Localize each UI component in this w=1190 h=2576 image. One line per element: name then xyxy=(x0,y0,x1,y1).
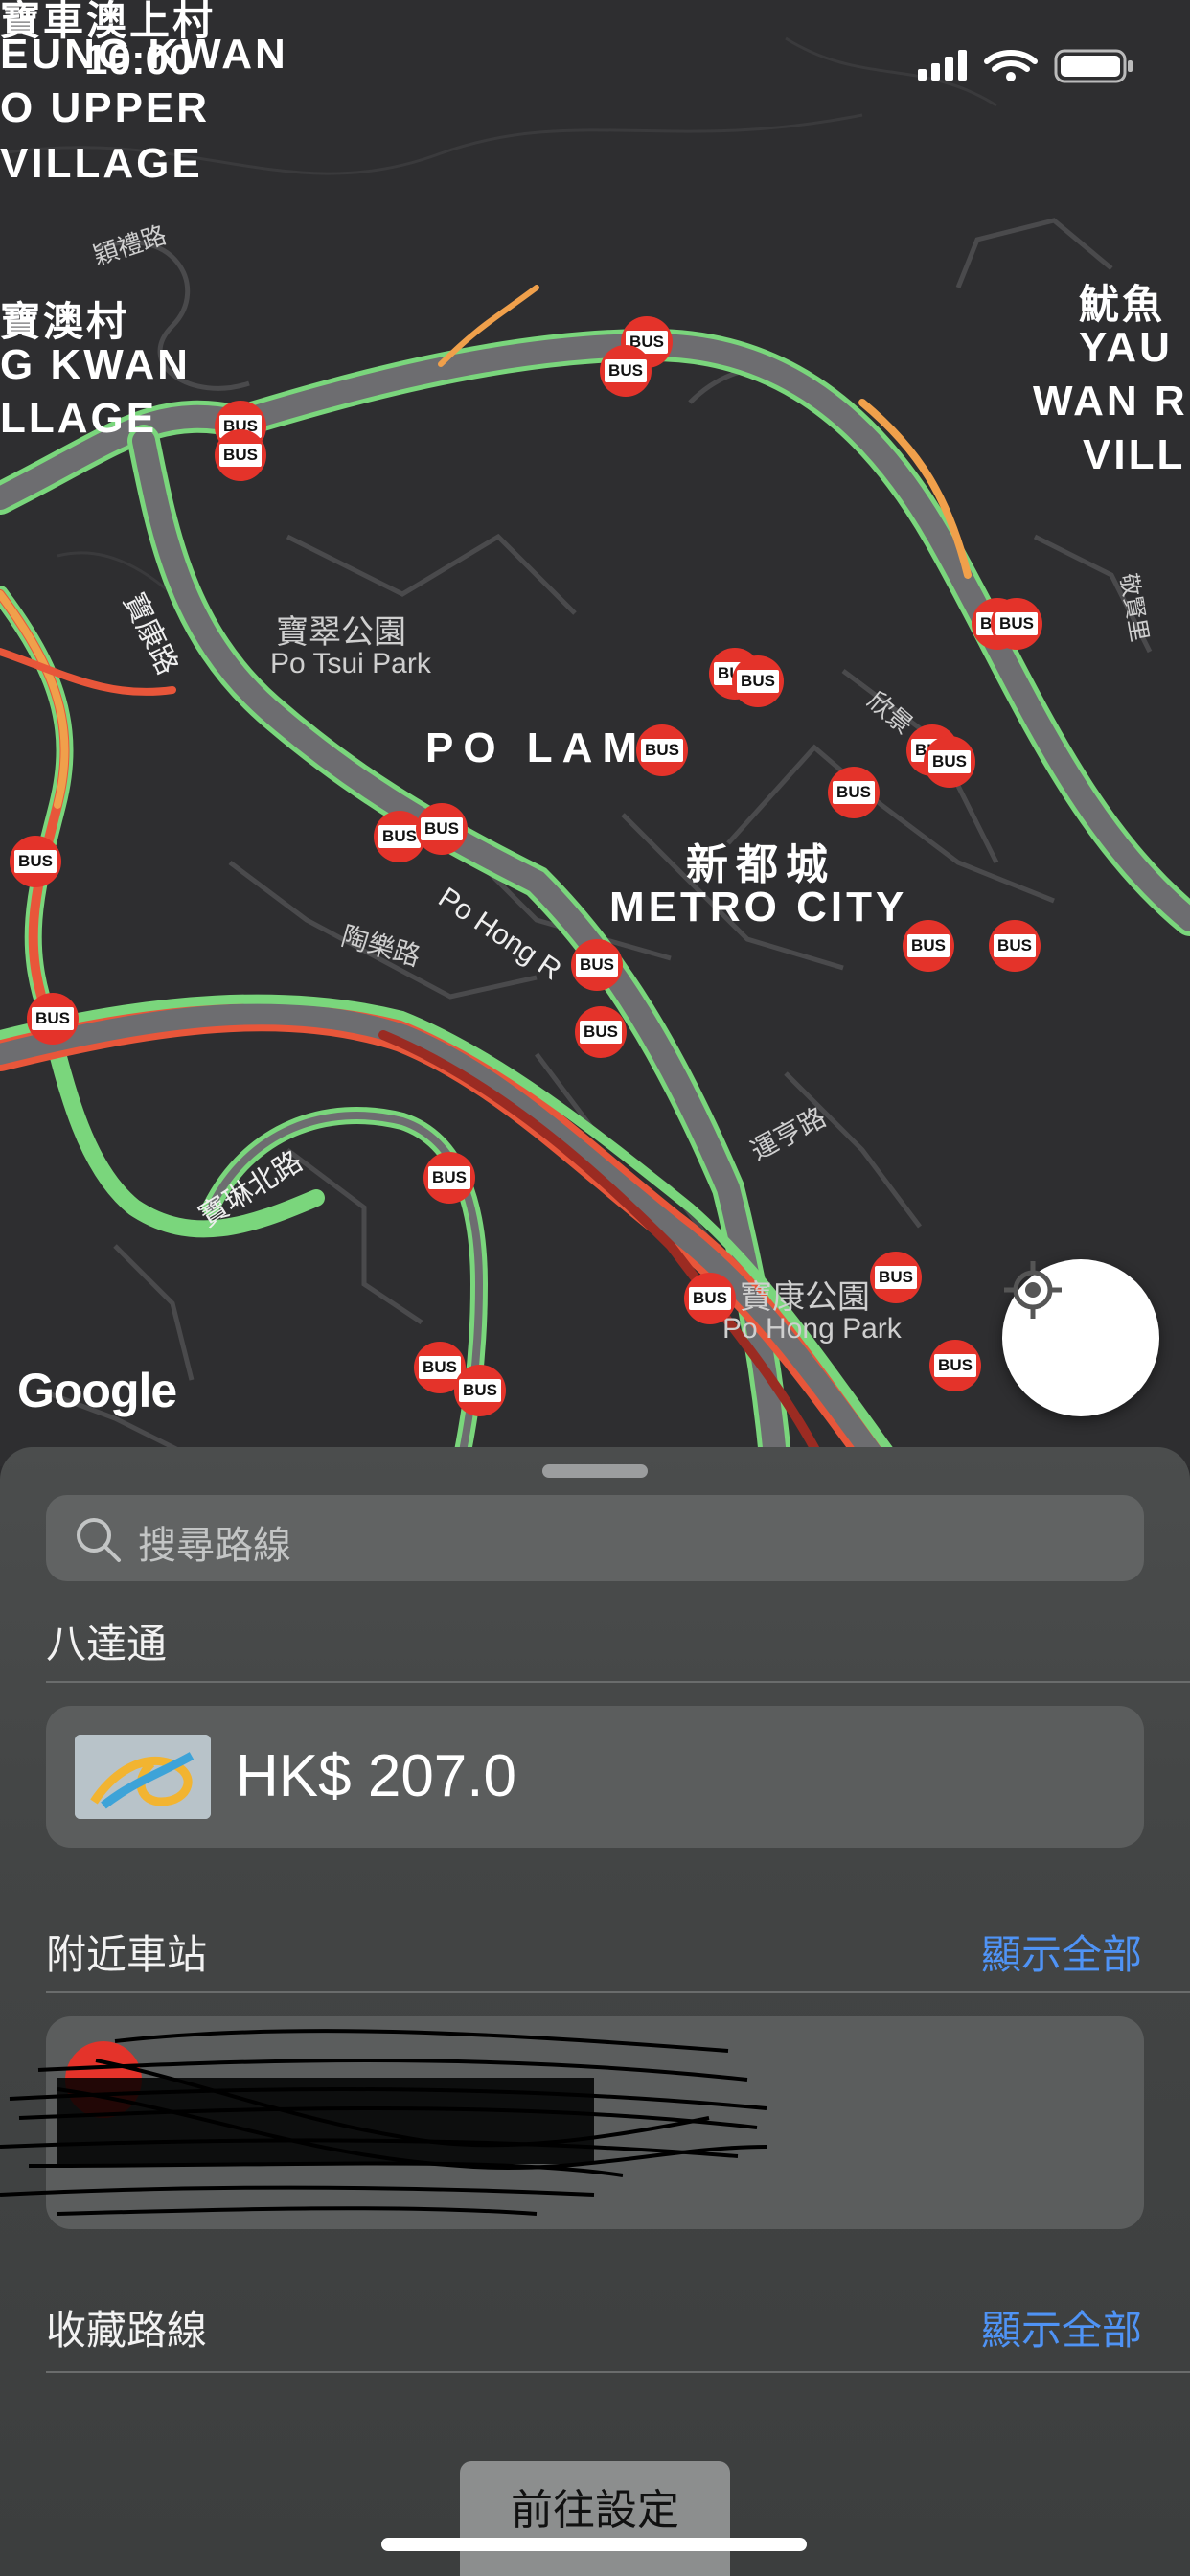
search-icon xyxy=(77,1518,121,1562)
bus-stop-marker[interactable]: BUS xyxy=(636,724,688,776)
bus-stop-marker[interactable]: BUS xyxy=(929,1340,981,1392)
divider xyxy=(46,1681,1190,1683)
bottom-sheet[interactable]: 搜尋路線 八達通 HK$ 207.0 附近車站 顯示全部 收藏路線 顯示全部 前… xyxy=(0,1447,1190,2576)
bus-stop-marker[interactable]: BUS xyxy=(416,803,468,855)
park-label: 寶康公園 xyxy=(740,1279,870,1316)
place-label: LLAGE xyxy=(0,395,158,442)
place-label: 新都城 xyxy=(686,841,835,888)
bus-stop-marker[interactable]: BUS xyxy=(571,939,623,991)
bus-stop-marker[interactable]: BUS xyxy=(989,920,1041,972)
octopus-card-image xyxy=(75,1735,211,1819)
bus-stop-marker[interactable]: BUS xyxy=(828,767,880,818)
park-label: Po Tsui Park xyxy=(270,648,431,679)
bus-stop-marker[interactable]: BUS xyxy=(575,1006,627,1058)
route-search-input[interactable]: 搜尋路線 xyxy=(46,1495,1144,1581)
my-location-button[interactable] xyxy=(1002,1259,1159,1416)
nearby-show-all-link[interactable]: 顯示全部 xyxy=(981,1922,1142,1981)
crosshair-icon xyxy=(1004,1261,1062,1319)
favourites-section-title: 收藏路線 xyxy=(46,2308,208,2353)
bus-stop-marker[interactable]: BUS xyxy=(600,345,652,397)
octopus-section-title: 八達通 xyxy=(46,1622,168,1667)
home-indicator xyxy=(381,2538,807,2551)
sheet-grabber[interactable] xyxy=(542,1464,648,1478)
park-label: Po Hong Park xyxy=(722,1313,902,1345)
place-label: METRO CITY xyxy=(609,884,908,931)
bus-stop-marker[interactable]: BUS xyxy=(732,656,784,707)
place-label: O UPPER xyxy=(0,84,211,131)
place-label: PO LAM xyxy=(425,724,648,771)
place-label: VILLAGE xyxy=(0,140,203,187)
google-logo: Google xyxy=(17,1364,177,1417)
place-label: EUNG KWAN xyxy=(0,31,288,78)
bus-stop-marker[interactable]: BUS xyxy=(870,1252,922,1303)
divider xyxy=(46,1991,1190,1993)
bus-stop-marker[interactable]: BUS xyxy=(454,1365,506,1416)
park-label: 寶翠公園 xyxy=(276,614,406,651)
nearby-section-title: 附近車站 xyxy=(46,1932,208,1977)
redaction-scribble xyxy=(0,2029,767,2216)
place-label: 魷魚 xyxy=(1079,282,1166,327)
cellular-signal-icon xyxy=(918,50,967,80)
place-label: G KWAN xyxy=(0,341,191,388)
divider xyxy=(46,2371,1190,2373)
battery-icon xyxy=(1054,49,1133,83)
bus-stop-marker[interactable]: BUS xyxy=(924,736,975,788)
place-label: VILL xyxy=(1083,431,1186,478)
bus-stop-marker[interactable]: BUS xyxy=(10,836,61,887)
place-label: WAN R xyxy=(1033,378,1188,425)
bus-stop-marker[interactable]: BUS xyxy=(991,598,1042,650)
bus-stop-marker[interactable]: BUS xyxy=(903,920,954,972)
place-label: YAU xyxy=(1079,324,1173,371)
bus-stop-marker[interactable]: BUS xyxy=(423,1152,475,1204)
go-to-settings-button[interactable]: 前往設定 xyxy=(460,2461,730,2576)
place-label: 寶澳村 xyxy=(0,299,130,344)
octopus-card[interactable]: HK$ 207.0 xyxy=(46,1706,1144,1848)
search-placeholder: 搜尋路線 xyxy=(138,1525,291,1567)
octopus-balance: HK$ 207.0 xyxy=(236,1743,516,1809)
bus-stop-marker[interactable]: BUS xyxy=(684,1273,736,1324)
map-view[interactable]: 10:00 寶車澳上村 EUNG KWAN O UPPER VILLAGE 寶澳… xyxy=(0,0,1190,1466)
wifi-icon xyxy=(984,50,1038,72)
bus-stop-marker[interactable]: BUS xyxy=(215,429,266,481)
bus-stop-marker[interactable]: BUS xyxy=(27,993,79,1045)
favourites-show-all-link[interactable]: 顯示全部 xyxy=(981,2298,1142,2357)
